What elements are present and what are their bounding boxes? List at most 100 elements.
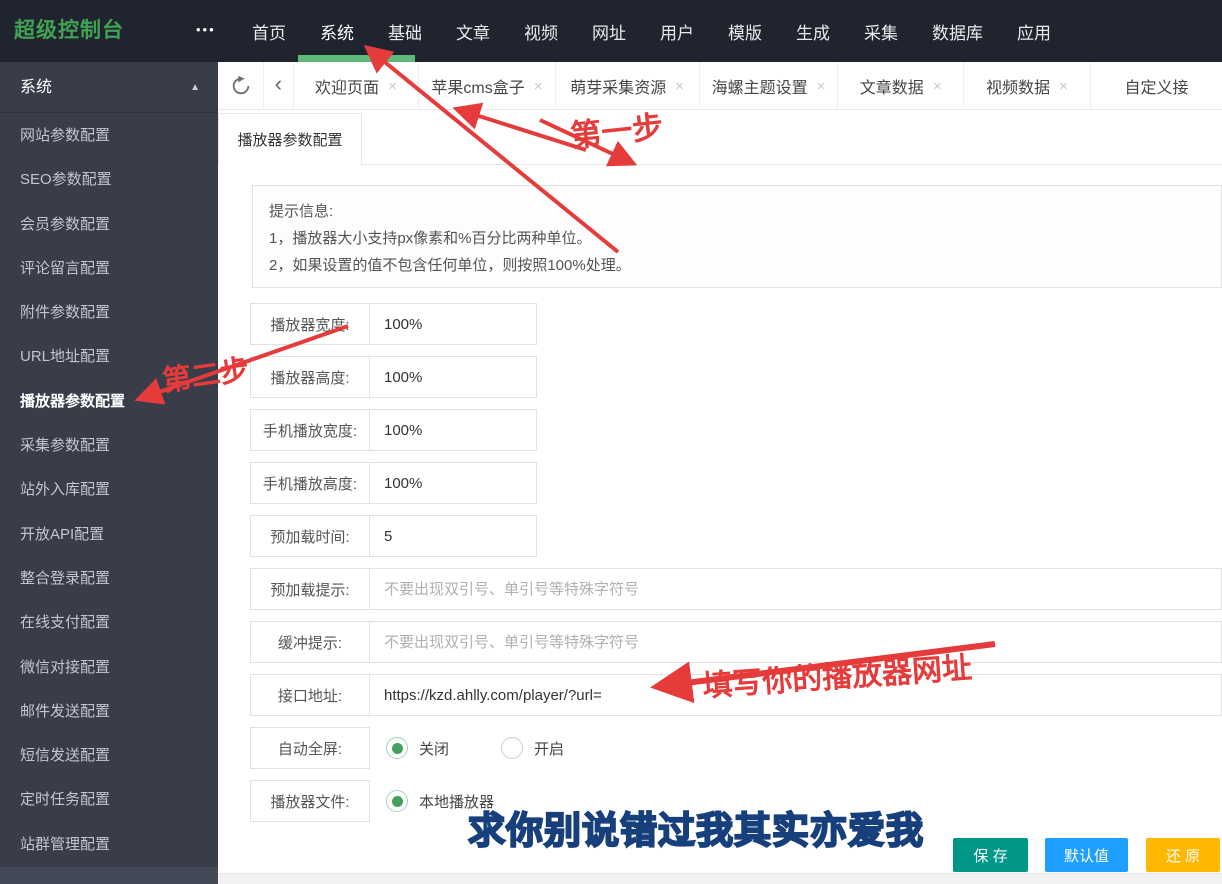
radio-checked-icon [386,737,408,759]
radio-option-on[interactable]: 开启 [501,737,564,759]
more-menu-icon[interactable]: ••• [196,0,216,60]
tab-custom-api[interactable]: 自定义接 [1091,62,1222,110]
field-label: 播放器高度: [250,356,370,398]
auto-fullscreen-radio-group: 关闭 开启 [386,727,564,769]
sidebar-menu: 网站参数配置 SEO参数配置 会员参数配置 评论留言配置 附件参数配置 URL地… [0,114,218,867]
form-row-preload-tip: 预加载提示: [250,568,1222,610]
form-row-api-url: 接口地址: [250,674,1222,716]
nav-item-video[interactable]: 视频 [524,19,558,44]
save-button[interactable]: 保 存 [953,838,1028,872]
tab-mengya-resource[interactable]: 萌芽采集资源 × [556,62,700,110]
tab-article-data[interactable]: 文章数据 × [838,62,964,110]
tab-welcome[interactable]: 欢迎页面 × [294,62,420,110]
field-label: 预加载提示: [250,568,370,610]
mobile-height-input[interactable] [369,462,537,504]
nav-item-collect[interactable]: 采集 [864,19,898,44]
app-logo: 超级控制台 [14,19,124,42]
nav-item-user[interactable]: 用户 [660,19,694,44]
tab-video-data[interactable]: 视频数据 × [964,62,1092,110]
sidebar-item-url-config[interactable]: URL地址配置 [0,335,218,379]
hint-line-2: 2，如果设置的值不包含任何单位，则按照100%处理。 [269,257,631,274]
player-file-radio-group: 本地播放器 [386,780,494,822]
form-row-auto-fullscreen: 自动全屏: 关闭 开启 [250,727,1222,769]
sidebar-item-sitegroup-config[interactable]: 站群管理配置 [0,823,218,867]
sidebar-item-sms-config[interactable]: 短信发送配置 [0,734,218,778]
form-row-player-height: 播放器高度: [250,356,1222,398]
preload-time-input[interactable] [369,515,537,557]
sidebar-item-site-params[interactable]: 网站参数配置 [0,114,218,158]
tab-scroll-left-button[interactable]: ‹ [264,62,294,110]
close-icon[interactable]: × [388,78,397,95]
sidebar-item-cron-config[interactable]: 定时任务配置 [0,778,218,822]
preload-tip-input[interactable] [369,568,1222,610]
nav-item-database[interactable]: 数据库 [932,19,983,44]
active-tab-indicator [298,55,415,62]
sidebar-item-seo-params[interactable]: SEO参数配置 [0,158,218,202]
close-icon[interactable]: × [933,78,942,95]
nav-item-basic[interactable]: 基础 [388,19,422,44]
field-label: 预加载时间: [250,515,370,557]
close-icon[interactable]: × [675,78,684,95]
radio-unchecked-icon [501,737,524,759]
tab-applecms-box[interactable]: 苹果cms盒子 × [419,62,556,110]
sidebar-item-open-api[interactable]: 开放API配置 [0,513,218,557]
sidebar: 系统 ▲ 网站参数配置 SEO参数配置 会员参数配置 评论留言配置 附件参数配置… [0,62,218,884]
close-icon[interactable]: × [1059,78,1068,95]
sidebar-item-email-config[interactable]: 邮件发送配置 [0,690,218,734]
form-row-mobile-height: 手机播放高度: [250,462,1222,504]
refresh-button[interactable] [218,62,265,110]
player-height-input[interactable] [369,356,537,398]
form-row-buffer-tip: 缓冲提示: [250,621,1222,663]
sidebar-item-login-integration[interactable]: 整合登录配置 [0,557,218,601]
player-config-form: 播放器宽度: 播放器高度: 手机播放宽度: 手机播放高度: 预加载时间: 预加载… [250,303,1222,833]
nav-item-template[interactable]: 模版 [728,19,762,44]
sidebar-item-online-payment[interactable]: 在线支付配置 [0,601,218,645]
tab-hailuo-theme[interactable]: 海螺主题设置 × [700,62,839,110]
form-row-player-width: 播放器宽度: [250,303,1222,345]
default-values-button[interactable]: 默认值 [1045,838,1128,872]
tab-baseline-divider [218,164,1222,165]
sidebar-item-attachment-params[interactable]: 附件参数配置 [0,291,218,335]
restore-button[interactable]: 还 原 [1146,838,1220,872]
field-label: 手机播放高度: [250,462,370,504]
field-label: 播放器文件: [250,780,370,822]
player-width-input[interactable] [369,303,537,345]
refresh-icon [232,75,249,95]
nav-item-system[interactable]: 系统 [320,19,354,44]
radio-option-local-player[interactable]: 本地播放器 [386,790,494,812]
sidebar-footer-strip [0,867,218,884]
hint-title: 提示信息: [269,203,334,220]
nav-item-generate[interactable]: 生成 [796,19,830,44]
close-icon[interactable]: × [817,78,826,95]
nav-item-url[interactable]: 网址 [592,19,626,44]
hint-box: 提示信息: 1，播放器大小支持px像素和%百分比两种单位。 2，如果设置的值不包… [252,185,1222,288]
sidebar-item-player-params[interactable]: 播放器参数配置 [0,380,218,424]
hint-line-1: 1，播放器大小支持px像素和%百分比两种单位。 [269,230,592,247]
radio-checked-icon [386,790,408,812]
field-label: 缓冲提示: [250,621,370,663]
sidebar-item-comment-config[interactable]: 评论留言配置 [0,247,218,291]
sidebar-section-system[interactable]: 系统 ▲ [0,62,218,113]
sidebar-item-offsite-storage[interactable]: 站外入库配置 [0,468,218,512]
field-label: 播放器宽度: [250,303,370,345]
caret-up-icon: ▲ [190,82,200,93]
sidebar-item-collect-params[interactable]: 采集参数配置 [0,424,218,468]
sidebar-item-wechat-config[interactable]: 微信对接配置 [0,646,218,690]
admin-console-page: 超级控制台 ••• 首页 系统 基础 文章 视频 网址 用户 模版 生成 采集 … [0,0,1222,884]
mobile-width-input[interactable] [369,409,537,451]
top-navbar: 超级控制台 ••• 首页 系统 基础 文章 视频 网址 用户 模版 生成 采集 … [0,0,1222,62]
tab-player-params[interactable]: 播放器参数配置 [218,113,362,165]
buffer-tip-input[interactable] [369,621,1222,663]
close-icon[interactable]: × [534,78,543,95]
form-row-preload-time: 预加载时间: [250,515,1222,557]
api-url-input[interactable] [369,674,1222,716]
nav-item-home[interactable]: 首页 [252,19,286,44]
content-tab-row: 播放器参数配置 [218,110,1222,165]
nav-item-app[interactable]: 应用 [1017,19,1051,44]
top-menu: 首页 系统 基础 文章 视频 网址 用户 模版 生成 采集 数据库 应用 [252,0,1051,62]
field-label: 手机播放宽度: [250,409,370,451]
nav-item-article[interactable]: 文章 [456,19,490,44]
open-tabs-bar: ‹ 欢迎页面 × 苹果cms盒子 × 萌芽采集资源 × 海螺主题设置 × 文章数… [218,62,1222,110]
sidebar-item-member-params[interactable]: 会员参数配置 [0,203,218,247]
radio-option-off[interactable]: 关闭 [386,737,449,759]
